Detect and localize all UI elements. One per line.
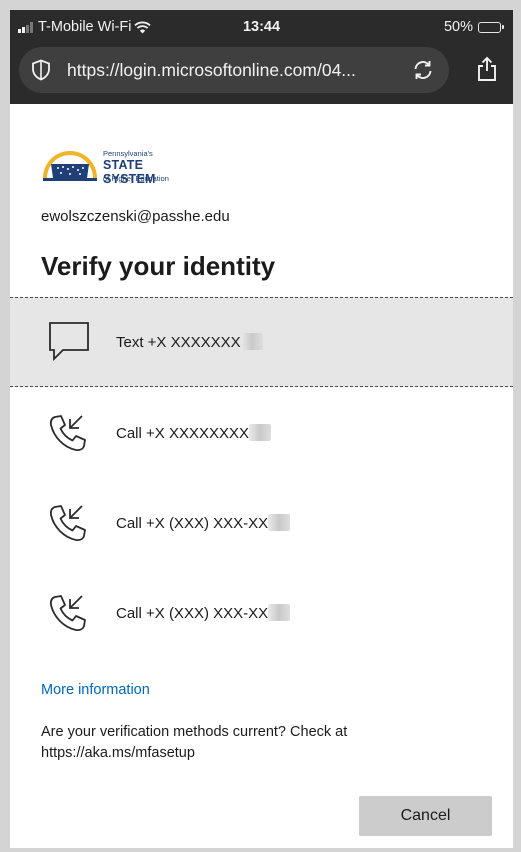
status-bar: T-Mobile Wi-Fi 13:44 50% — [10, 10, 513, 44]
phone-call-icon — [49, 415, 86, 451]
battery-icon — [478, 21, 504, 33]
message-icon — [49, 322, 89, 362]
shield-icon[interactable] — [31, 59, 51, 81]
account-email: ewolszczenski@passhe.edu — [41, 208, 230, 225]
redaction-blur — [268, 514, 291, 531]
redaction-blur — [248, 424, 271, 441]
address-bar[interactable]: https://login.microsoftonline.com/04... — [19, 47, 449, 93]
verify-option-call-2[interactable]: Call +X (XXX) XXX-XX — [10, 479, 513, 569]
redaction-blur — [240, 333, 263, 350]
logo-line-1: Pennsylvania's — [103, 149, 153, 158]
phone-screen: T-Mobile Wi-Fi 13:44 50% https://login.m… — [10, 10, 513, 848]
verify-option-label: Call +X (XXX) XXX-XX — [116, 604, 291, 622]
cancel-button[interactable]: Cancel — [359, 796, 492, 836]
share-icon[interactable] — [477, 56, 497, 82]
url-text[interactable]: https://login.microsoftonline.com/04... — [67, 60, 407, 81]
verification-note: Are your verification methods current? C… — [41, 724, 348, 761]
page-title: Verify your identity — [41, 251, 276, 281]
verify-option-label: Text +X XXXXXXX — [116, 333, 263, 351]
verify-option-label: Call +X XXXXXXXX — [116, 424, 271, 442]
keystone-emblem-icon — [43, 151, 97, 181]
phone-call-icon — [49, 595, 86, 631]
phone-call-icon — [49, 505, 86, 541]
browser-chrome: T-Mobile Wi-Fi 13:44 50% https://login.m… — [10, 10, 513, 104]
status-right: 50% — [443, 19, 504, 35]
verify-option-label: Call +X (XXX) XXX-XX — [116, 514, 291, 532]
verify-option-call-3[interactable]: Call +X (XXX) XXX-XX — [10, 569, 513, 659]
status-time: 13:44 — [242, 19, 281, 35]
logo-line-3: of Higher Education — [103, 174, 169, 183]
auth-page: Pennsylvania's STATE SYSTEM of Higher Ed… — [10, 104, 513, 848]
verify-option-text[interactable]: Text +X XXXXXXX — [10, 297, 513, 387]
reload-icon[interactable] — [411, 58, 435, 82]
verify-option-call-1[interactable]: Call +X XXXXXXXX — [10, 389, 513, 479]
redaction-blur — [268, 604, 291, 621]
battery-percent: 50% — [443, 19, 473, 35]
more-information-link[interactable]: More information — [41, 682, 150, 698]
org-logo: Pennsylvania's STATE SYSTEM of Higher Ed… — [41, 144, 191, 194]
